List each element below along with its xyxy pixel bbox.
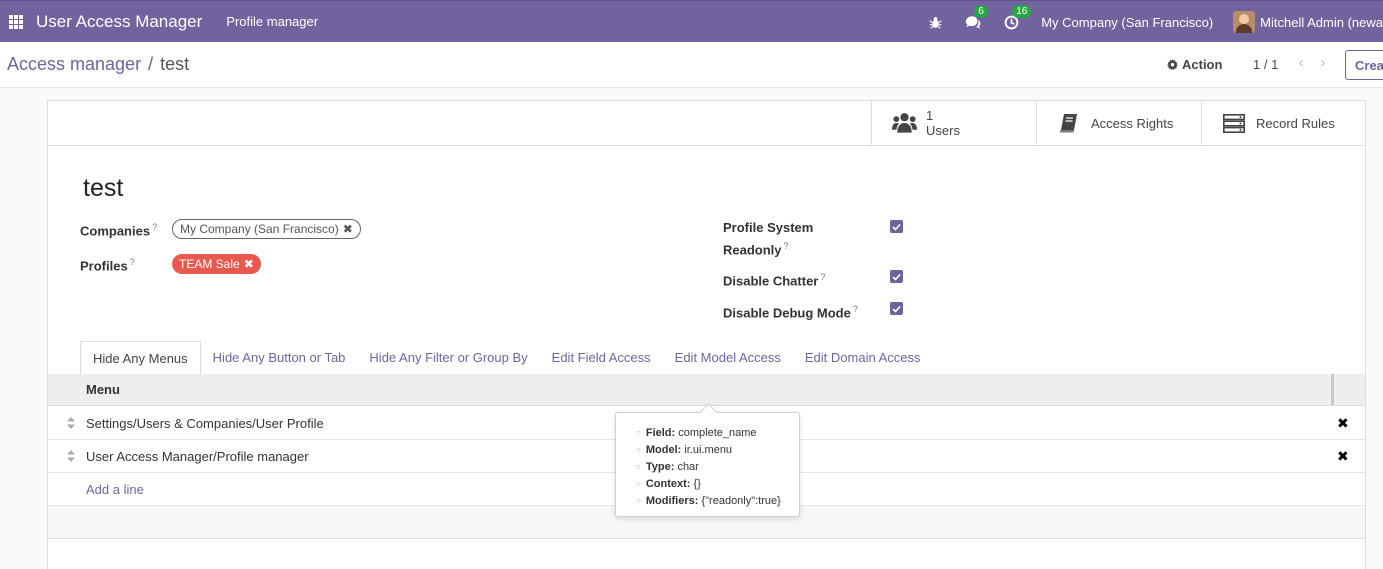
help-tooltip-icon[interactable]: ? [784,241,789,251]
breadcrumb: Access manager / test [7,54,189,75]
book-icon [1055,113,1083,133]
notebook-tabs: Hide Any Menus Hide Any Button or Tab Hi… [80,341,932,375]
action-label: Action [1182,57,1223,72]
pager-previous-icon[interactable]: ‹ [1290,54,1312,71]
drag-handle-icon[interactable] [67,417,75,429]
record-name-field[interactable]: test [83,174,123,203]
company-tag[interactable]: My Company (San Francisco) ✖ [172,219,361,239]
checkmark-icon [892,223,901,231]
pager-next-icon[interactable]: › [1312,54,1334,71]
profiles-label: Profiles? [80,257,135,274]
server-icon [1220,113,1248,133]
checkmark-icon [892,273,901,281]
column-header-menu[interactable]: Menu [86,382,120,397]
users-label: Users [926,123,960,138]
messages-count-badge: 6 [974,5,988,18]
help-tooltip-icon[interactable]: ? [853,304,858,314]
disable-chatter-label: Disable Chatter? [723,272,826,289]
remove-tag-icon[interactable]: ✖ [343,222,353,236]
debug-bug-icon[interactable] [927,14,943,30]
profile-system-readonly-label: Profile System Readonly? [723,220,814,258]
disable-debug-mode-label: Disable Debug Mode? [723,304,858,321]
tab-edit-domain-access[interactable]: Edit Domain Access [793,341,933,375]
users-count: 1 [926,108,934,123]
tab-hide-any-filter-or-group-by[interactable]: Hide Any Filter or Group By [357,341,539,375]
create-button[interactable]: Crea [1345,50,1383,80]
app-title[interactable]: User Access Manager [36,12,202,32]
tooltip-modifiers-line: ○ Modifiers: {"readonly":true} [636,495,781,507]
activities-count-badge: 16 [1012,5,1032,18]
user-avatar[interactable] [1233,11,1256,33]
checkmark-icon [892,305,901,313]
menu-profile-manager[interactable]: Profile manager [226,14,318,29]
tab-hide-any-button-or-tab[interactable]: Hide Any Button or Tab [201,341,358,375]
tooltip-context-line: ○ Context: {} [636,478,701,490]
tab-edit-model-access[interactable]: Edit Model Access [663,341,793,375]
navbar-systray: 6 16 My Company (San Francisco) Mitchell… [927,1,1383,43]
profile-tag[interactable]: TEAM Sale ✖ [172,254,261,274]
pager-value[interactable]: 1 / 1 [1253,57,1278,72]
pager-arrows: ‹ › [1290,54,1334,71]
profile-system-readonly-checkbox[interactable] [890,220,903,233]
access-rights-label: Access Rights [1091,115,1174,131]
companies-label: Companies? [80,222,158,239]
activities-clock-icon[interactable]: 16 [1003,5,1032,30]
messages-chat-icon[interactable]: 6 [965,5,988,30]
breadcrumb-access-manager[interactable]: Access manager [7,54,141,74]
apps-menu-icon[interactable] [9,14,23,29]
field-info-tooltip: ○ Field: complete_name ○ Model: ir.ui.menu… [615,412,800,517]
gear-icon [1167,59,1178,70]
record-rules-smart-button[interactable]: Record Rules [1201,101,1366,145]
profile-tag-label: TEAM Sale [179,257,240,271]
tooltip-field-line: ○ Field: complete_name [636,427,757,439]
breadcrumb-current: test [160,54,190,74]
delete-row-icon[interactable]: ✖ [1337,448,1349,465]
company-switcher[interactable]: My Company (San Francisco) [1041,15,1213,30]
help-tooltip-icon[interactable]: ? [820,272,825,282]
smart-button-box: 1 Users Access Rights Record Rules [48,101,1365,146]
disable-chatter-checkbox[interactable] [890,270,903,283]
tab-hide-any-menus[interactable]: Hide Any Menus [80,341,201,375]
delete-row-icon[interactable]: ✖ [1337,415,1349,432]
menu-cell[interactable]: User Access Manager/Profile manager [86,449,309,464]
column-resize-handle[interactable] [1331,374,1365,406]
table-header: Menu [48,374,1331,406]
tooltip-model-line: ○ Model: ir.ui.menu [636,444,733,456]
tab-edit-field-access[interactable]: Edit Field Access [540,341,663,375]
action-menu-button[interactable]: Action [1167,57,1222,72]
help-tooltip-icon[interactable]: ? [130,257,135,267]
remove-tag-icon[interactable]: ✖ [244,257,254,271]
users-smart-button[interactable]: 1 Users [871,101,1036,145]
disable-debug-mode-checkbox[interactable] [890,302,903,315]
user-menu[interactable]: Mitchell Admin (newa [1260,15,1383,30]
add-a-line-link[interactable]: Add a line [86,482,144,497]
menu-cell[interactable]: Settings/Users & Companies/User Profile [86,416,324,431]
top-navbar: User Access Manager Profile manager 6 16… [0,0,1383,42]
company-tag-label: My Company (San Francisco) [180,222,339,236]
tooltip-type-line: ○ Type: char [636,461,699,473]
drag-handle-icon[interactable] [67,450,75,462]
record-rules-label: Record Rules [1256,115,1335,131]
access-rights-smart-button[interactable]: Access Rights [1036,101,1201,145]
control-panel: Access manager / test Action 1 / 1 ‹ › Cre… [0,42,1383,88]
breadcrumb-separator: / [148,54,154,74]
users-icon [890,112,918,134]
help-tooltip-icon[interactable]: ? [152,222,157,232]
